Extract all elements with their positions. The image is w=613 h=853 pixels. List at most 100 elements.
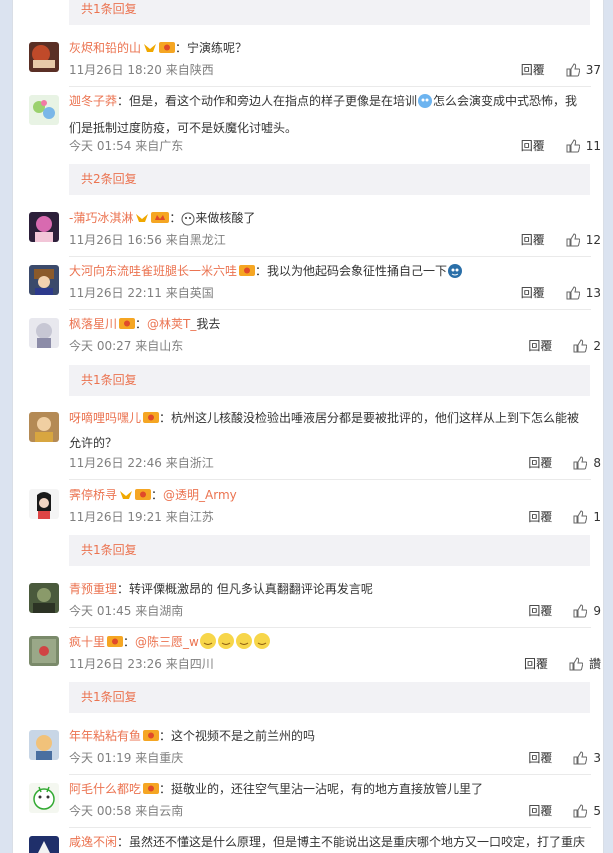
thumbs-up-icon [573, 751, 588, 765]
member-badge-icon [119, 315, 136, 338]
like-button[interactable]: 5 [573, 802, 601, 820]
separator: ： [135, 317, 148, 331]
member-badge-icon [143, 409, 160, 432]
comment-meta: 11月26日 19:21 来自江苏 [69, 510, 214, 524]
username[interactable]: 年年粘粘有鱼 [69, 729, 141, 743]
username[interactable]: 灰烬和铅的山 [69, 41, 141, 55]
like-button[interactable]: 9 [573, 602, 601, 620]
divider [69, 774, 591, 775]
reply-button[interactable]: 回覆 [528, 508, 552, 526]
separator: ： [159, 411, 172, 425]
divider [69, 256, 591, 257]
comment-meta: 今天 01:54 来自广东 [69, 139, 184, 153]
like-button[interactable]: 12 [566, 231, 601, 249]
username[interactable]: 呀嘀哩吗嘿儿 [69, 411, 141, 425]
avatar[interactable] [29, 42, 59, 72]
username[interactable]: 疯十里 [69, 635, 105, 649]
like-count: 3 [593, 751, 601, 765]
thumbs-up-icon [566, 63, 580, 77]
username[interactable]: 阿毛什么都吃 [69, 782, 141, 796]
comment-item: 枫落星川 ：@林荚T_我去 今天 00:27 来自山东 回覆 2 [29, 315, 601, 358]
reply-button[interactable]: 回覆 [521, 137, 545, 155]
like-button[interactable]: 37 [566, 61, 601, 79]
like-count: 1 [593, 510, 601, 524]
mention-link[interactable]: @陈三愿_w [135, 635, 199, 649]
like-button[interactable]: 1 [573, 508, 601, 526]
username[interactable]: 青预重理 [69, 582, 117, 596]
comment-text: 但是，看这个动作和旁边人在指点的样子更像是在培训 [129, 94, 418, 108]
separator: ： [159, 729, 172, 743]
comment-item: 霁停桥寻 ：@透明_Army 11月26日 19:21 来自江苏 回覆 1 [29, 488, 601, 529]
reply-button[interactable]: 回覆 [521, 231, 545, 249]
divider [69, 309, 591, 310]
reply-button[interactable]: 回覆 [528, 749, 552, 767]
username[interactable]: 大河向东流哇雀班腿长一米六哇 [69, 264, 237, 278]
separator: ： [117, 835, 130, 849]
like-count: 13 [585, 286, 601, 300]
like-count: 9 [593, 604, 601, 618]
comment-text: 我以为他起码会象征性捅自己一下 [267, 264, 448, 278]
avatar[interactable] [29, 212, 59, 242]
like-count: 5 [593, 804, 601, 818]
comment-item: 青预重理：转评傈概激昂的 但凡多认真翻翻评论再发言呢 今天 01:45 来自湖南… [29, 582, 601, 623]
divider [69, 827, 591, 828]
username[interactable]: -蒲巧冰淇淋 [69, 211, 133, 225]
member-badge-icon [143, 780, 160, 803]
thumbs-up-icon [573, 510, 588, 524]
comment-text: 来做核酸了 [195, 211, 256, 225]
more-replies-link[interactable]: 共1条回复 [69, 365, 590, 396]
thumbs-up-icon [573, 339, 588, 353]
comment-text: 宁演练呢？ [187, 41, 248, 55]
comment-meta: 今天 00:58 来自云南 [69, 804, 184, 818]
avatar[interactable] [29, 783, 59, 813]
reply-button[interactable]: 回覆 [521, 284, 545, 302]
more-replies-link[interactable]: 共1条回复 [69, 682, 590, 713]
comment-item: 咸逸不闲：虽然还不懂这是什么原理，但是博主不能说出这是重庆哪个地方又一口咬定，打… [29, 835, 601, 853]
more-replies-link[interactable]: 共1条回复 [69, 0, 590, 25]
like-button[interactable]: 11 [566, 137, 601, 155]
like-count: 8 [593, 456, 601, 470]
reply-button[interactable]: 回覆 [521, 61, 545, 79]
like-count: 讚 [588, 657, 601, 671]
reply-button[interactable]: 回覆 [528, 337, 552, 355]
member-badge-icon [239, 262, 256, 285]
comment-text: 这个视频不是之前兰州的吗 [171, 729, 316, 743]
more-replies-link[interactable]: 共2条回复 [69, 164, 590, 195]
reply-button[interactable]: 回覆 [528, 802, 552, 820]
avatar[interactable] [29, 489, 59, 519]
avatar[interactable] [29, 95, 59, 125]
username[interactable]: 枫落星川 [69, 317, 117, 331]
avatar[interactable] [29, 412, 59, 442]
comment-meta: 11月26日 18:20 来自陕西 [69, 63, 214, 77]
separator: ： [175, 41, 188, 55]
more-replies-label: 共1条回复 [81, 2, 137, 16]
like-button[interactable]: 讚 [569, 655, 601, 673]
reply-button[interactable]: 回覆 [528, 454, 552, 472]
like-button[interactable]: 2 [573, 337, 601, 355]
divider [69, 86, 591, 87]
like-button[interactable]: 3 [573, 749, 601, 767]
avatar[interactable] [29, 730, 59, 760]
comment-meta: 今天 01:45 来自湖南 [69, 604, 184, 618]
avatar[interactable] [29, 318, 59, 348]
member-badge-icon [159, 39, 176, 62]
thumbs-up-icon [566, 233, 580, 247]
reply-button[interactable]: 回覆 [528, 602, 552, 620]
thumbs-up-icon [573, 604, 588, 618]
reply-button[interactable]: 回覆 [524, 655, 548, 673]
mention-link[interactable]: @林荚T_ [147, 317, 196, 331]
avatar[interactable] [29, 836, 59, 853]
mention-link[interactable]: @透明_Army [163, 488, 237, 502]
username[interactable]: 咸逸不闲 [69, 835, 117, 849]
avatar[interactable] [29, 583, 59, 613]
separator: ： [159, 782, 172, 796]
comment-item: 呀嘀哩吗嘿儿 ：杭州这儿核酸没检验出唾液居分都是要被批评的，他们这样从上到下怎么能… [29, 409, 601, 472]
avatar[interactable] [29, 636, 59, 666]
more-replies-link[interactable]: 共1条回复 [69, 535, 590, 566]
avatar[interactable] [29, 265, 59, 295]
like-button[interactable]: 13 [566, 284, 601, 302]
like-button[interactable]: 8 [573, 454, 601, 472]
comment-item: 大河向东流哇雀班腿长一米六哇 ：我以为他起码会象征性捅自己一下 11月26日 22… [29, 262, 601, 305]
username[interactable]: 迦冬子莽 [69, 94, 117, 108]
username[interactable]: 霁停桥寻 [69, 488, 117, 502]
